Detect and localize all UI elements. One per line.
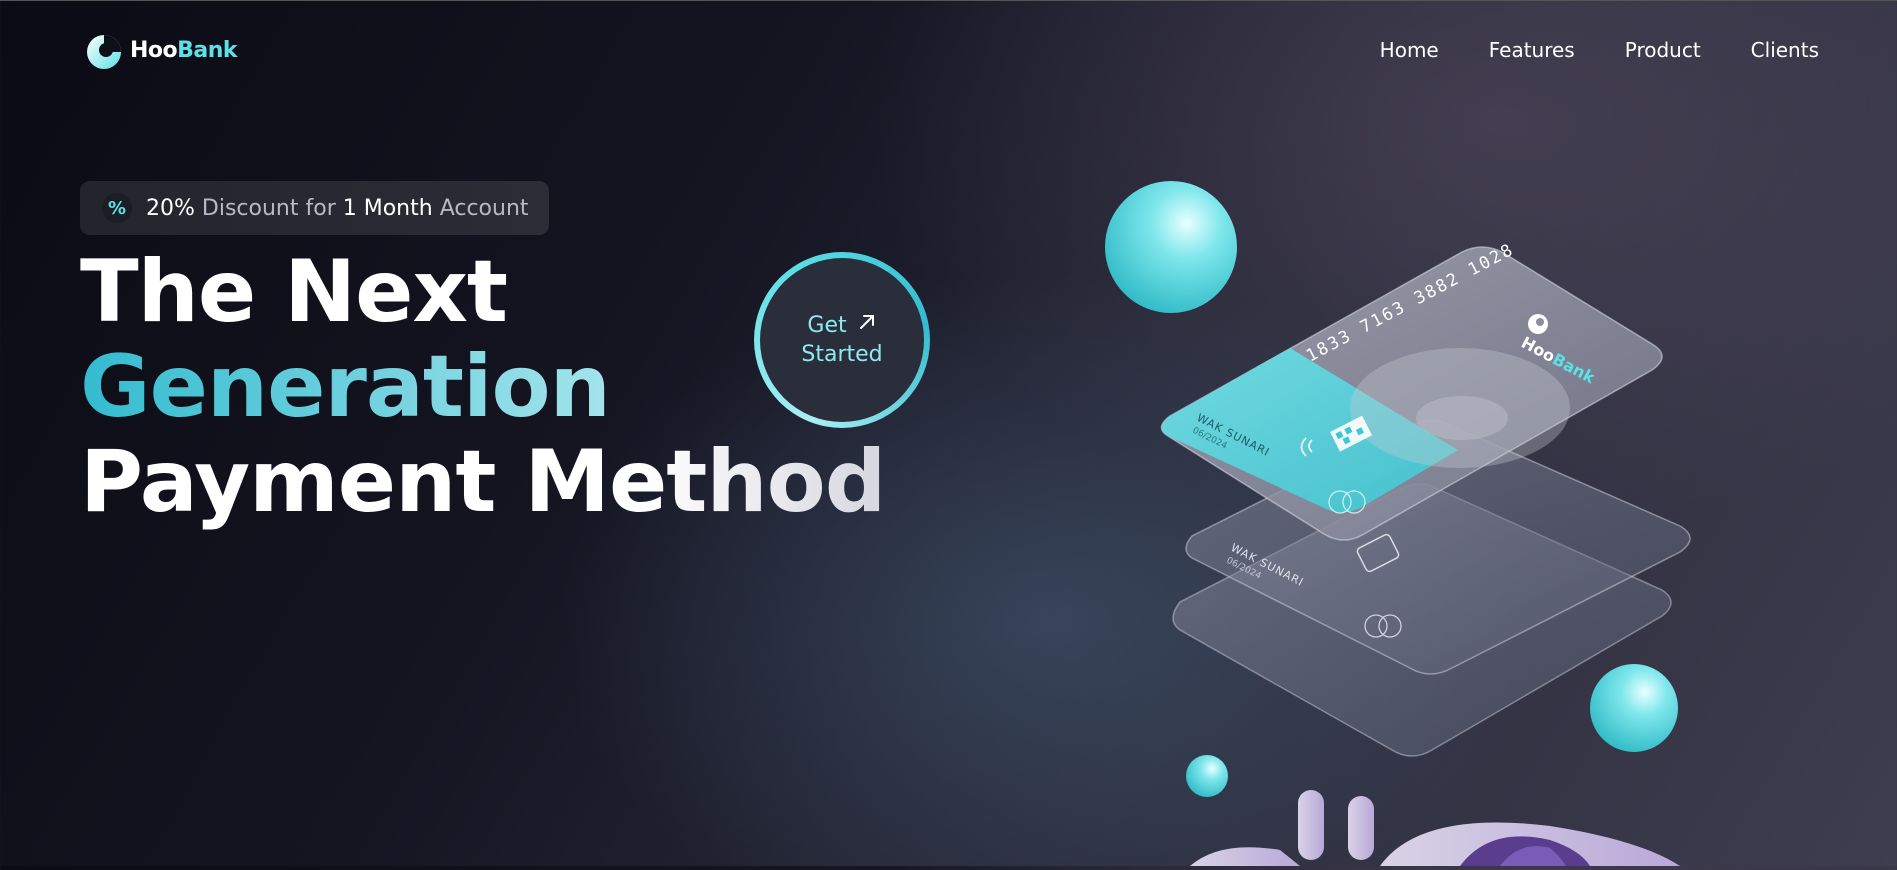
hero-headline: The Next Generation Payment Method (80, 245, 886, 532)
hero-illustration: WAK SUNARI 06/2024 1833 7163 3882 1028 H… (1080, 150, 1800, 866)
top-border (0, 0, 1897, 1)
discount-text: 20% Discount for 1 Month Account (146, 196, 529, 221)
nav-clients-link[interactable]: Clients (1751, 38, 1819, 62)
discount-label-2: Account (439, 195, 529, 221)
sphere-medium (1590, 664, 1678, 752)
discount-value: 20% (146, 195, 195, 221)
brand-name-part1: Hoo (130, 37, 178, 63)
get-started-inner: Get Started (760, 258, 924, 422)
hoobank-logo-icon (84, 30, 124, 70)
nav-product-link[interactable]: Product (1625, 38, 1701, 62)
arrow-up-right-icon (857, 311, 877, 340)
discount-label-1: Discount for (201, 195, 336, 221)
discount-badge: % 20% Discount for 1 Month Account (80, 181, 549, 235)
get-started-row: Get (807, 311, 876, 340)
get-started-button[interactable]: Get Started (754, 252, 930, 428)
brand-logo[interactable]: HooBank (84, 30, 238, 70)
brand-name: HooBank (130, 37, 238, 63)
sphere-small (1186, 755, 1228, 797)
sphere-large (1105, 181, 1237, 313)
percent-icon: % (102, 193, 132, 223)
hero-line-3: Payment Method (80, 432, 886, 532)
get-started-line-1: Get (807, 313, 847, 338)
robot-hand (1190, 790, 1680, 866)
nav-features-link[interactable]: Features (1489, 38, 1575, 62)
discount-highlight: 1 Month (342, 195, 433, 221)
nav-home-link[interactable]: Home (1380, 38, 1439, 62)
get-started-line-2: Started (801, 342, 883, 367)
main-nav: Home Features Product Clients (1380, 38, 1819, 62)
brand-name-part2: Bank (177, 37, 238, 63)
